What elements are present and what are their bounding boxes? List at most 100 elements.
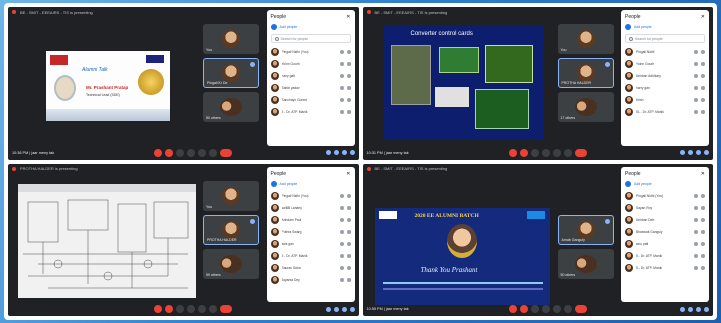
list-item[interactable]: Krish — [625, 94, 705, 106]
more-icon[interactable] — [346, 253, 351, 258]
captions-icon[interactable] — [176, 148, 185, 157]
participant-tile[interactable]: You — [203, 24, 259, 54]
close-icon[interactable]: ✕ — [346, 14, 350, 20]
chat-icon[interactable] — [696, 306, 701, 312]
list-item[interactable]: Pingali Nidhi (You) — [270, 46, 351, 58]
add-people-button[interactable]: Add people — [270, 180, 351, 187]
end-call-button[interactable] — [220, 305, 233, 313]
more-icon[interactable] — [346, 86, 351, 90]
list-item[interactable]: saiBB Lahariy — [270, 202, 351, 214]
more-icon[interactable] — [701, 62, 705, 66]
participant-tile[interactable]: 50 others — [203, 92, 259, 122]
list-item[interactable]: Pingali Nidhi — [625, 46, 705, 58]
close-icon[interactable]: ✕ — [701, 171, 705, 177]
more-icon[interactable] — [346, 74, 351, 78]
people-icon[interactable] — [688, 306, 693, 312]
more-icon[interactable] — [701, 241, 705, 246]
participant-tile[interactable]: Pingali Kr De — [203, 58, 259, 88]
more-icon[interactable] — [701, 86, 705, 90]
list-item[interactable]: 5 - Dr. ATP. Manik — [270, 106, 351, 118]
raise-hand-icon[interactable] — [541, 305, 550, 313]
participant-tile[interactable]: 17 others — [557, 92, 614, 122]
more-icon[interactable] — [701, 98, 705, 102]
more-icon[interactable] — [701, 205, 705, 210]
mic-icon[interactable] — [154, 305, 163, 313]
list-item[interactable]: asis gan — [270, 238, 351, 250]
more-icon[interactable] — [346, 193, 351, 198]
more-icon[interactable] — [346, 217, 351, 222]
more-icon[interactable] — [346, 241, 351, 246]
participant-tile[interactable]: You — [203, 180, 259, 211]
more-icon[interactable] — [701, 74, 705, 78]
more-icon[interactable] — [701, 110, 705, 114]
list-item[interactable]: Pingali Nidhi (You) — [625, 190, 705, 202]
list-item[interactable]: Bhaswati Ganguly — [625, 226, 705, 238]
mic-icon[interactable] — [508, 148, 517, 157]
activities-icon[interactable] — [704, 150, 709, 155]
end-call-button[interactable] — [220, 148, 233, 157]
people-icon[interactable] — [333, 306, 339, 312]
camera-icon[interactable] — [165, 305, 174, 313]
more-icon[interactable] — [346, 50, 351, 54]
more-icon[interactable] — [701, 253, 705, 258]
more-icon[interactable] — [701, 229, 705, 234]
chat-icon[interactable] — [341, 306, 347, 312]
participant-tile[interactable]: PROTHA HALDER — [203, 214, 259, 245]
more-icon[interactable] — [346, 62, 351, 66]
more-icon[interactable] — [346, 277, 351, 282]
more-icon[interactable] — [701, 193, 705, 198]
list-item[interactable]: Puthra Swarg — [270, 226, 351, 238]
more-icon[interactable] — [701, 265, 705, 270]
mic-icon[interactable] — [508, 305, 517, 313]
activities-icon[interactable] — [349, 150, 355, 155]
info-icon[interactable] — [325, 306, 331, 312]
participant-tile[interactable]: You — [557, 24, 614, 54]
search-input[interactable]: Search for people — [625, 34, 705, 43]
list-item[interactable]: Jayanta Dey — [270, 274, 351, 286]
info-icon[interactable] — [680, 150, 685, 155]
present-icon[interactable] — [198, 148, 207, 157]
end-call-button[interactable] — [574, 305, 587, 313]
list-item[interactable]: hany galt — [270, 70, 351, 82]
chat-icon[interactable] — [341, 150, 347, 155]
more-icon[interactable] — [209, 305, 218, 313]
end-call-button[interactable] — [574, 148, 587, 157]
list-item[interactable]: 5 - Dr. ATP. Manik — [625, 262, 705, 274]
raise-hand-icon[interactable] — [187, 305, 196, 313]
more-icon[interactable] — [346, 229, 351, 234]
more-icon[interactable] — [346, 110, 351, 114]
list-item[interactable]: 5 - Dr. ATP. Manik — [270, 250, 351, 262]
list-item[interactable]: Anirban Adhikary — [625, 70, 705, 82]
list-item[interactable]: 5 - Dr. ATP. Manik — [625, 250, 705, 262]
more-icon[interactable] — [563, 305, 572, 313]
info-icon[interactable] — [325, 150, 331, 155]
captions-icon[interactable] — [530, 148, 539, 157]
participant-tile[interactable]: PROTHA HALDER — [557, 58, 614, 88]
participant-tile[interactable]: Arnab Ganguly — [557, 214, 614, 245]
present-icon[interactable] — [552, 305, 561, 313]
mic-icon[interactable] — [154, 148, 163, 157]
raise-hand-icon[interactable] — [187, 148, 196, 157]
present-icon[interactable] — [198, 305, 207, 313]
list-item[interactable]: Pingali Nidhi (You) — [270, 190, 351, 202]
activities-icon[interactable] — [704, 306, 709, 312]
present-icon[interactable] — [552, 148, 561, 157]
close-icon[interactable]: ✕ — [346, 171, 350, 177]
list-item[interactable]: sinu pati — [625, 238, 705, 250]
camera-icon[interactable] — [165, 148, 174, 157]
more-icon[interactable] — [346, 98, 351, 102]
camera-icon[interactable] — [519, 148, 528, 157]
list-item[interactable]: Yoinn Gourh — [625, 58, 705, 70]
add-people-button[interactable]: Add people — [625, 180, 705, 187]
more-icon[interactable] — [346, 205, 351, 210]
activities-icon[interactable] — [349, 306, 355, 312]
more-icon[interactable] — [701, 217, 705, 222]
participant-tile[interactable]: 50 others — [557, 248, 614, 279]
chat-icon[interactable] — [696, 150, 701, 155]
add-people-button[interactable]: Add people — [270, 24, 351, 30]
add-people-button[interactable]: Add people — [625, 24, 705, 30]
captions-icon[interactable] — [176, 305, 185, 313]
participant-tile[interactable]: 59 others — [203, 248, 259, 279]
more-icon[interactable] — [563, 148, 572, 157]
list-item[interactable]: 51 - Dr. ATP. Manik — [625, 106, 705, 118]
